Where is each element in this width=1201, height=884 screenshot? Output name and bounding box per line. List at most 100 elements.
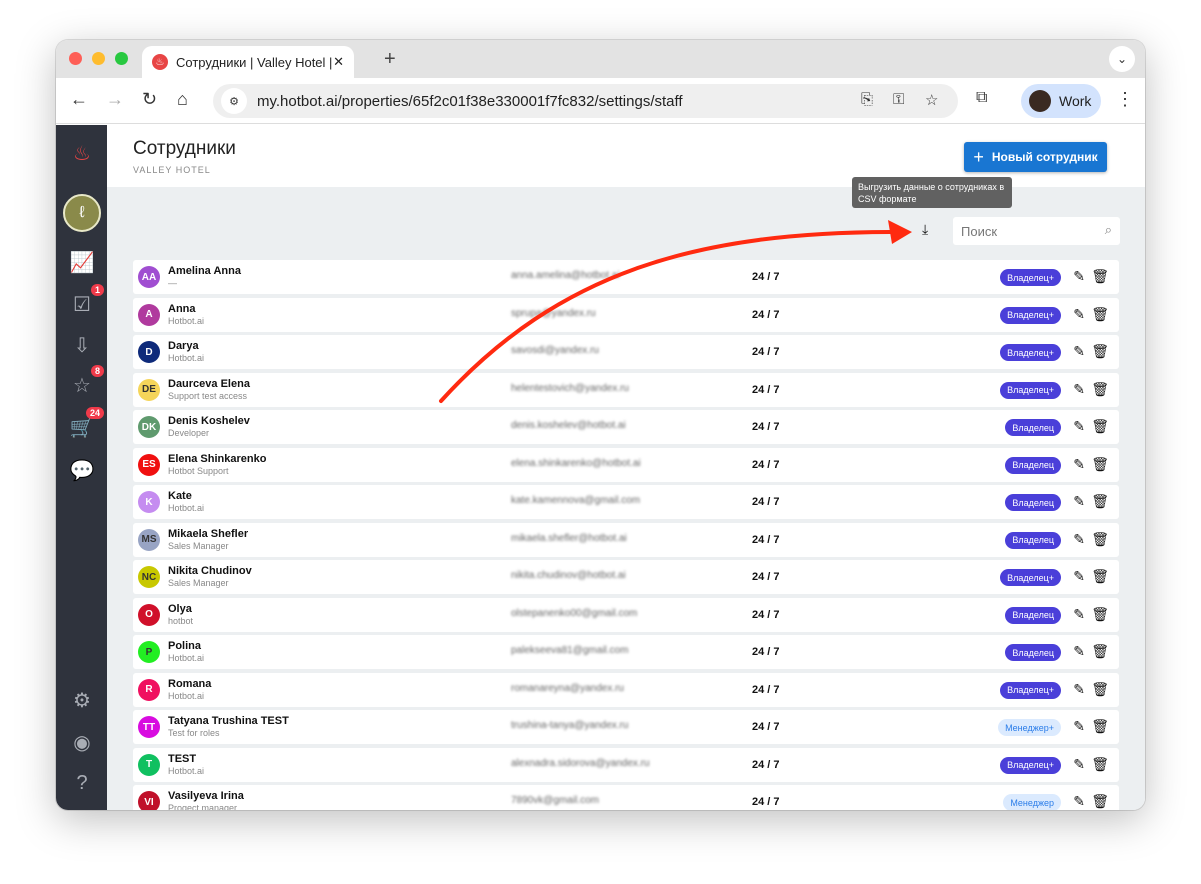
staff-row[interactable]: K Kate Hotbot.ai kate.kamennova@gmail.co… <box>133 485 1119 519</box>
delete-trash-icon[interactable]: 🗑 <box>1091 268 1109 285</box>
download-csv-icon[interactable]: ⤓ <box>922 221 928 238</box>
staff-row[interactable]: DE Daurceva Elena Support test access he… <box>133 372 1119 407</box>
staff-name[interactable]: Daurceva Elena <box>168 378 250 390</box>
bookmark-star-icon[interactable]: ☆ <box>925 91 938 109</box>
staff-row[interactable]: R Romana Hotbot.ai romanareyna@yandex.ru… <box>133 672 1119 707</box>
staff-name[interactable]: Amelina Anna <box>168 265 241 277</box>
profile-button[interactable]: Work <box>1021 84 1101 118</box>
edit-pencil-icon[interactable]: ✎ <box>1073 568 1085 585</box>
staff-email: alexnadra.sidorova@yandex.ru <box>511 757 650 769</box>
home-icon[interactable]: ⌂ <box>177 89 188 110</box>
site-settings-icon[interactable]: ⚙ <box>221 88 247 114</box>
edit-pencil-icon[interactable]: ✎ <box>1073 306 1085 323</box>
edit-pencil-icon[interactable]: ✎ <box>1073 606 1085 623</box>
delete-trash-icon[interactable]: 🗑 <box>1091 568 1109 585</box>
edit-pencil-icon[interactable]: ✎ <box>1073 643 1085 660</box>
cart-icon[interactable]: 🛒 24 <box>68 407 104 441</box>
reload-icon[interactable]: ↻ <box>142 89 157 110</box>
staff-schedule: 24 / 7 <box>752 646 780 658</box>
staff-name[interactable]: Polina <box>168 640 201 652</box>
edit-pencil-icon[interactable]: ✎ <box>1073 793 1085 810</box>
edit-pencil-icon[interactable]: ✎ <box>1073 268 1085 285</box>
edit-pencil-icon[interactable]: ✎ <box>1073 493 1085 510</box>
delete-trash-icon[interactable]: 🗑 <box>1091 606 1109 623</box>
staff-row[interactable]: VI Vasilyeva Irina Progect manager 7890v… <box>133 785 1119 810</box>
staff-row[interactable]: TT Tatyana Trushina TEST Test for roles … <box>133 710 1119 744</box>
delete-trash-icon[interactable]: 🗑 <box>1091 493 1109 510</box>
staff-row[interactable]: O Olya hotbot olstepanenko00@gmail.com 2… <box>133 597 1119 632</box>
zoom-window-button[interactable] <box>115 52 128 65</box>
delete-trash-icon[interactable]: 🗑 <box>1091 793 1109 810</box>
staff-name[interactable]: Vasilyeva Irina <box>168 790 244 802</box>
staff-name[interactable]: Romana <box>168 678 211 690</box>
password-key-icon[interactable]: ⚿ <box>893 91 904 108</box>
back-icon[interactable]: ← <box>70 89 88 110</box>
settings-gear-icon[interactable]: ⚙ <box>68 686 96 714</box>
delete-trash-icon[interactable]: 🗑 <box>1091 643 1109 660</box>
tab-search-chevron-icon[interactable]: ⌄ <box>1109 46 1135 72</box>
staff-row[interactable]: P Polina Hotbot.ai palekseeva81@gmail.co… <box>133 635 1119 669</box>
staff-row[interactable]: AA Amelina Anna — anna.amelina@hotbot.ai… <box>133 260 1119 294</box>
delete-trash-icon[interactable]: 🗑 <box>1091 531 1109 548</box>
delete-trash-icon[interactable]: 🗑 <box>1091 756 1109 773</box>
delete-trash-icon[interactable]: 🗑 <box>1091 418 1109 435</box>
analytics-icon[interactable]: 📈 <box>68 248 96 276</box>
install-app-icon[interactable]: ⎘ <box>861 91 873 108</box>
delete-trash-icon[interactable]: 🗑 <box>1091 306 1109 323</box>
delete-trash-icon[interactable]: 🗑 <box>1091 343 1109 360</box>
staff-email: romanareyna@yandex.ru <box>511 682 624 694</box>
staff-name[interactable]: Nikita Chudinov <box>168 565 252 577</box>
staff-name[interactable]: Mikaela Shefler <box>168 528 248 540</box>
tasks-icon[interactable]: ☑ 1 <box>68 284 104 318</box>
staff-row[interactable]: D Darya Hotbot.ai savosdi@yandex.ru 24 /… <box>133 335 1119 369</box>
browser-tab[interactable]: ♨ Сотрудники | Valley Hotel | H ✕ <box>142 46 354 78</box>
staff-row[interactable]: ES Elena Shinkarenko Hotbot Support elen… <box>133 447 1119 482</box>
new-tab-button[interactable]: + <box>384 48 396 71</box>
forward-icon[interactable]: → <box>106 89 124 110</box>
user-account-icon[interactable]: ◉ <box>68 728 96 756</box>
delete-trash-icon[interactable]: 🗑 <box>1091 718 1109 735</box>
property-avatar[interactable]: ℓ <box>63 194 101 232</box>
chat-icon[interactable]: 💬 <box>68 456 96 484</box>
staff-position: Progect manager <box>168 803 238 810</box>
staff-name[interactable]: TEST <box>168 753 196 765</box>
staff-position: — <box>168 278 177 288</box>
minimize-window-button[interactable] <box>92 52 105 65</box>
staff-name[interactable]: Tatyana Trushina TEST <box>168 715 289 727</box>
staff-row[interactable]: NC Nikita Chudinov Sales Manager nikita.… <box>133 560 1119 594</box>
staff-name[interactable]: Denis Koshelev <box>168 415 250 427</box>
staff-name[interactable]: Darya <box>168 340 199 352</box>
edit-pencil-icon[interactable]: ✎ <box>1073 343 1085 360</box>
url-text[interactable]: my.hotbot.ai/properties/65f2c01f38e33000… <box>257 93 683 110</box>
browser-menu-icon[interactable]: ⋮ <box>1116 89 1134 110</box>
new-staff-button[interactable]: + Новый сотрудник <box>964 142 1107 172</box>
edit-pencil-icon[interactable]: ✎ <box>1073 456 1085 473</box>
staff-name[interactable]: Kate <box>168 490 192 502</box>
staff-name[interactable]: Elena Shinkarenko <box>168 453 266 465</box>
inbox-icon[interactable]: ⇩ <box>68 331 96 359</box>
staff-row[interactable]: MS Mikaela Shefler Sales Manager mikaela… <box>133 522 1119 557</box>
staff-row[interactable]: T TEST Hotbot.ai alexnadra.sidorova@yand… <box>133 747 1119 782</box>
reviews-icon[interactable]: ☆ 8 <box>68 365 104 399</box>
close-window-button[interactable] <box>69 52 82 65</box>
delete-trash-icon[interactable]: 🗑 <box>1091 456 1109 473</box>
help-icon[interactable]: ? <box>68 769 96 797</box>
address-bar[interactable]: ⚙ my.hotbot.ai/properties/65f2c01f38e330… <box>213 84 958 118</box>
delete-trash-icon[interactable]: 🗑 <box>1091 381 1109 398</box>
edit-pencil-icon[interactable]: ✎ <box>1073 718 1085 735</box>
edit-pencil-icon[interactable]: ✎ <box>1073 418 1085 435</box>
close-tab-icon[interactable]: ✕ <box>333 54 344 70</box>
tab-title: Сотрудники | Valley Hotel | H <box>176 54 334 70</box>
staff-name[interactable]: Olya <box>168 603 192 615</box>
search-input[interactable]: Поиск ⌕ <box>953 217 1120 245</box>
edit-pencil-icon[interactable]: ✎ <box>1073 756 1085 773</box>
staff-row[interactable]: DK Denis Koshelev Developer denis.koshel… <box>133 410 1119 444</box>
delete-trash-icon[interactable]: 🗑 <box>1091 681 1109 698</box>
edit-pencil-icon[interactable]: ✎ <box>1073 681 1085 698</box>
staff-name[interactable]: Anna <box>168 303 196 315</box>
hotbot-logo-icon[interactable]: ♨ <box>68 139 96 167</box>
staff-row[interactable]: A Anna Hotbot.ai sprupa@yandex.ru 24 / 7… <box>133 297 1119 332</box>
edit-pencil-icon[interactable]: ✎ <box>1073 381 1085 398</box>
edit-pencil-icon[interactable]: ✎ <box>1073 531 1085 548</box>
extensions-icon[interactable]: ⧉ <box>976 89 987 107</box>
